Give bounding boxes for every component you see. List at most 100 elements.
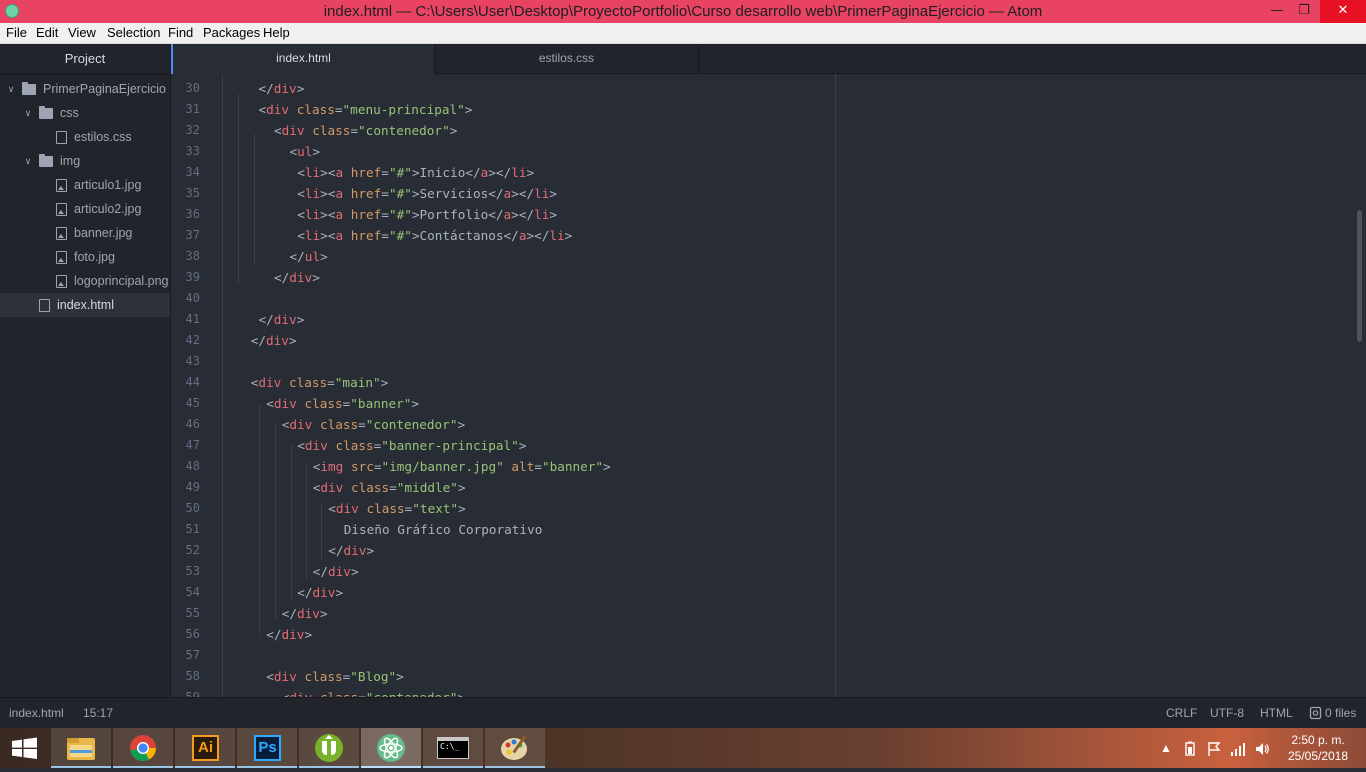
tree-item-img[interactable]: ∨ img <box>0 149 170 173</box>
menu-packages[interactable]: Packages <box>203 23 260 43</box>
tree-item-label: logoprincipal.png <box>74 274 169 288</box>
tree-item-logoprincipal-png[interactable]: logoprincipal.png <box>0 269 170 293</box>
tree-item-banner-jpg[interactable]: banner.jpg <box>0 221 170 245</box>
menu-help[interactable]: Help <box>263 23 290 43</box>
line-number: 59 <box>185 690 200 697</box>
code-line[interactable]: <div class="Blog"> <box>266 666 404 687</box>
taskbar-atom[interactable] <box>361 728 421 768</box>
code-line[interactable]: <li><a href="#">Inicio</a></li> <box>297 162 534 183</box>
tree-item-label: css <box>60 106 79 120</box>
file-icon <box>39 299 50 312</box>
windows-start-button[interactable] <box>0 728 50 768</box>
code-line[interactable]: </div> <box>259 78 305 99</box>
windows-logo-icon <box>12 737 37 759</box>
menu-edit[interactable]: Edit <box>36 23 58 43</box>
chevron-down-icon[interactable]: ∨ <box>23 149 33 173</box>
code-line[interactable]: </div> <box>313 561 359 582</box>
indent-guide <box>321 504 322 559</box>
indent-guide <box>238 94 239 284</box>
menu-selection[interactable]: Selection <box>107 23 160 43</box>
code-line[interactable]: <div class="middle"> <box>313 477 466 498</box>
code-line[interactable]: <img src="img/banner.jpg" alt="banner"> <box>313 456 611 477</box>
status-file-path[interactable]: index.html <box>9 698 64 729</box>
code-line[interactable]: Diseño Gráfico Corporativo <box>344 519 543 540</box>
system-clock[interactable]: 2:50 p. m. 25/05/2018 <box>1278 732 1358 764</box>
line-number: 31 <box>185 102 200 116</box>
code-line[interactable]: </div> <box>274 267 320 288</box>
code-editor[interactable]: 30 31 32 33 34 35 36 37 38 39 40 41 42 43 44 45 46 47 48 49… <box>171 74 1366 697</box>
code-line[interactable]: <div class="menu-principal"> <box>259 99 473 120</box>
tab-index-html[interactable]: index.html <box>171 44 435 74</box>
line-number: 32 <box>185 123 200 137</box>
status-line-ending[interactable]: CRLF <box>1166 698 1197 729</box>
taskbar-command-prompt[interactable]: C:\_ <box>423 728 483 768</box>
line-number: 34 <box>185 165 200 179</box>
editor-scrollbar[interactable] <box>1357 210 1362 342</box>
line-number: 57 <box>185 648 200 662</box>
taskbar-chrome[interactable] <box>113 728 173 768</box>
paint-icon <box>501 735 527 760</box>
tree-item-articulo1-jpg[interactable]: articulo1.jpg <box>0 173 170 197</box>
indent-guide <box>291 444 292 599</box>
battery-icon[interactable] <box>1182 741 1198 757</box>
menu-view[interactable]: View <box>68 23 96 43</box>
taskbar-utorrent[interactable] <box>299 728 359 768</box>
code-line[interactable]: <div class="main"> <box>251 372 389 393</box>
taskbar-illustrator[interactable]: Ai <box>175 728 235 768</box>
chevron-down-icon[interactable]: ∨ <box>6 77 16 101</box>
code-line[interactable]: <div class="contenedor"> <box>282 414 465 435</box>
menu-file[interactable]: File <box>6 23 27 43</box>
tree-item-index-html[interactable]: index.html <box>0 293 170 317</box>
code-line[interactable]: <div class="contenedor"> <box>274 120 457 141</box>
show-hidden-icons-button[interactable]: ▲ <box>1160 728 1172 768</box>
action-center-flag-icon[interactable] <box>1206 741 1222 757</box>
status-cursor-position[interactable]: 15:17 <box>83 698 113 729</box>
code-line[interactable]: <ul> <box>290 141 321 162</box>
code-line[interactable]: </div> <box>297 582 343 603</box>
code-line[interactable]: </div> <box>266 624 312 645</box>
close-button[interactable]: ✕ <box>1320 0 1366 23</box>
status-encoding[interactable]: UTF-8 <box>1210 698 1244 729</box>
code-line[interactable]: </div> <box>251 330 297 351</box>
tree-item-label: articulo1.jpg <box>74 178 142 192</box>
line-number-gutter: 30 31 32 33 34 35 36 37 38 39 40 41 42 43 44 45 46 47 48 49… <box>171 74 215 697</box>
code-line[interactable]: </ul> <box>290 246 328 267</box>
taskbar-photoshop[interactable]: Ps <box>237 728 297 768</box>
folder-icon <box>22 82 36 95</box>
taskbar-file-explorer[interactable] <box>51 728 111 768</box>
network-signal-icon[interactable] <box>1230 741 1246 757</box>
code-line[interactable]: </div> <box>282 603 328 624</box>
code-line[interactable]: </div> <box>328 540 374 561</box>
line-number: 43 <box>185 354 200 368</box>
code-line[interactable]: <li><a href="#">Contáctanos</a></li> <box>297 225 572 246</box>
tab-estilos-css[interactable]: estilos.css <box>435 44 699 73</box>
code-line[interactable]: <div class="contenedor"> <box>282 687 465 697</box>
tree-item-foto-jpg[interactable]: foto.jpg <box>0 245 170 269</box>
tree-header-project[interactable]: Project <box>0 44 170 75</box>
indent-guide <box>275 424 276 619</box>
atom-icon <box>377 734 405 762</box>
status-grammar[interactable]: HTML <box>1260 698 1293 729</box>
tree-item-estilos-css[interactable]: estilos.css <box>0 125 170 149</box>
indent-guide <box>306 464 307 579</box>
tree-item-css[interactable]: ∨ css <box>0 101 170 125</box>
code-line[interactable]: <div class="banner-principal"> <box>297 435 526 456</box>
indent-guide <box>254 134 255 264</box>
line-number: 58 <box>185 669 200 683</box>
code-line[interactable]: <div class="text"> <box>328 498 466 519</box>
volume-icon[interactable] <box>1254 741 1270 757</box>
taskbar-paint[interactable] <box>485 728 545 768</box>
line-number: 37 <box>185 228 200 242</box>
image-file-icon <box>56 275 67 288</box>
image-file-icon <box>56 251 67 264</box>
tree-item-primerpaginaejercicio[interactable]: ∨ PrimerPaginaEjercicio <box>0 77 170 101</box>
line-number: 53 <box>185 564 200 578</box>
menu-find[interactable]: Find <box>168 23 193 43</box>
code-line[interactable]: <li><a href="#">Servicios</a></li> <box>297 183 557 204</box>
chevron-down-icon[interactable]: ∨ <box>23 101 33 125</box>
code-line[interactable]: </div> <box>259 309 305 330</box>
code-line[interactable]: <li><a href="#">Portfolio</a></li> <box>297 204 557 225</box>
status-git-files[interactable]: 0 files <box>1325 698 1356 729</box>
tree-item-articulo2-jpg[interactable]: articulo2.jpg <box>0 197 170 221</box>
code-line[interactable]: <div class="banner"> <box>266 393 419 414</box>
